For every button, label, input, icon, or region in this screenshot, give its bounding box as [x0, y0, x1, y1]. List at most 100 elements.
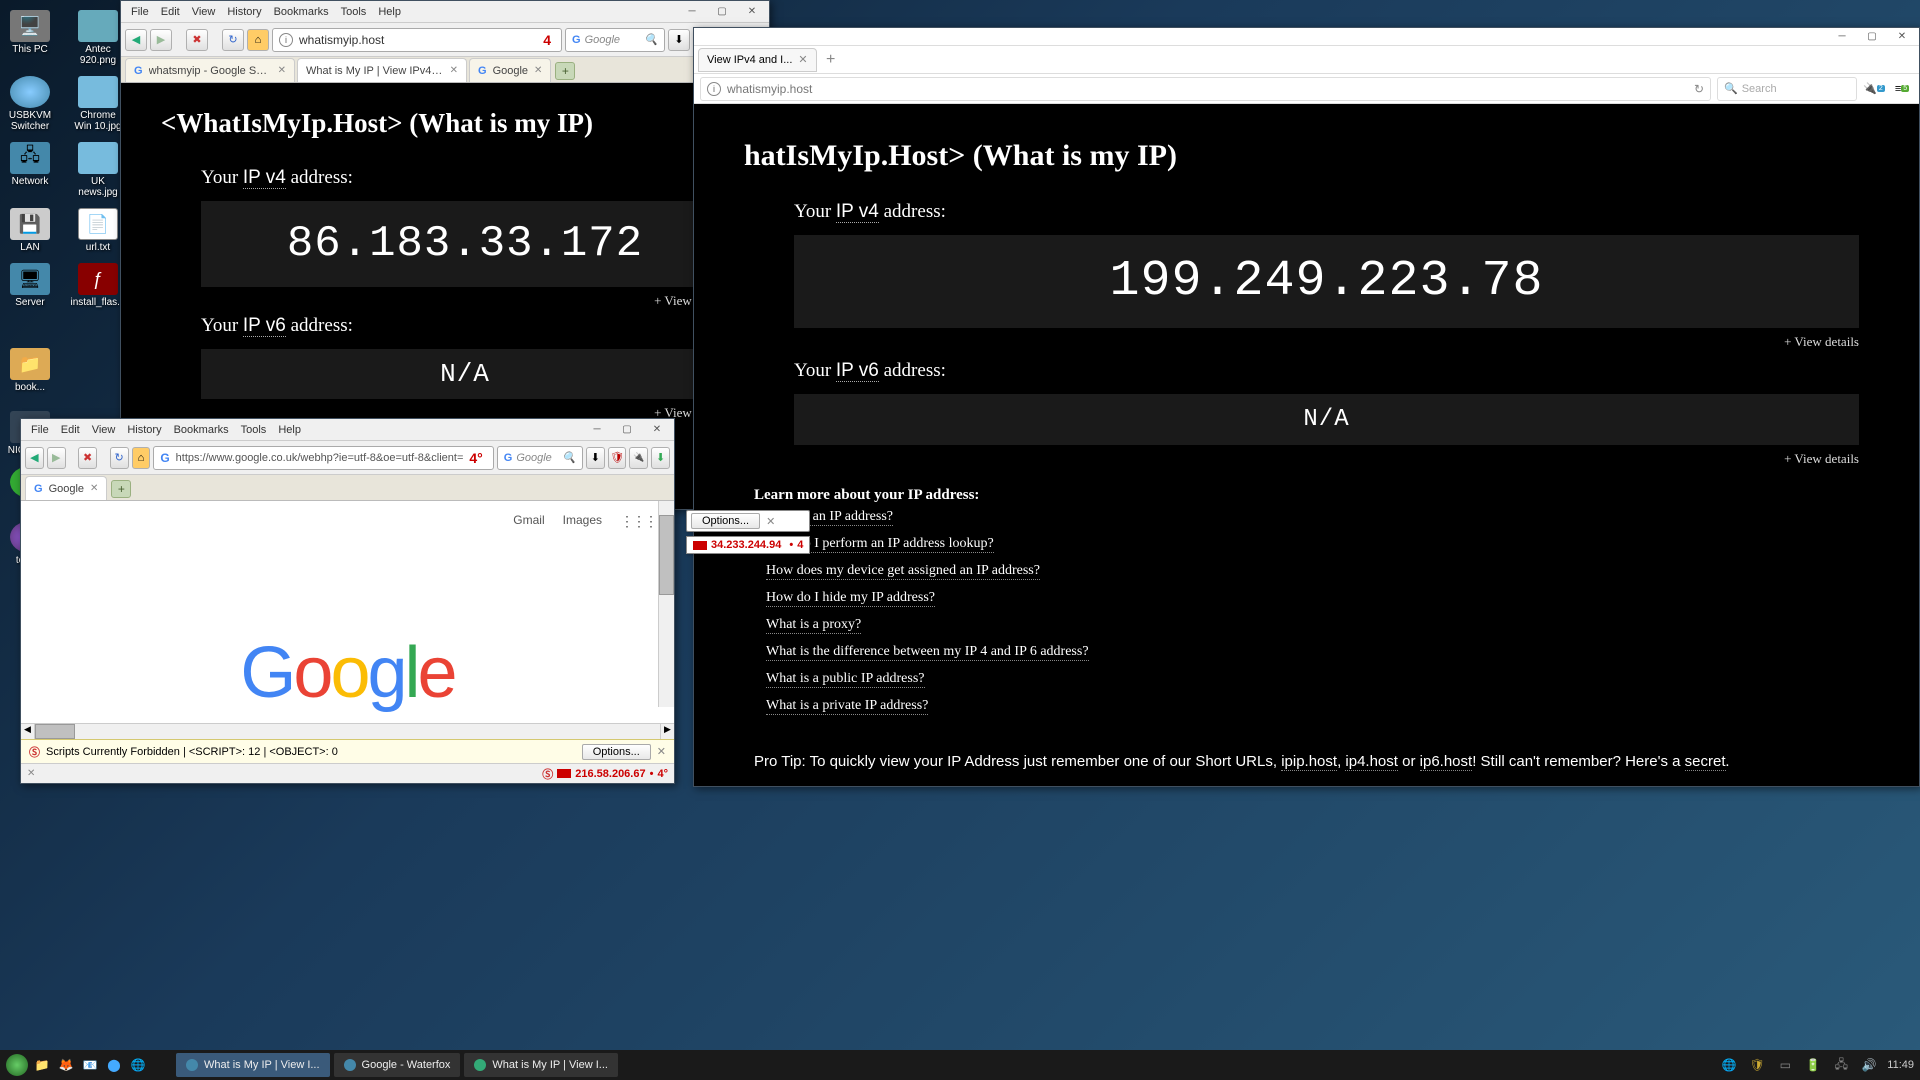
download-icon[interactable]: ⬇: [668, 29, 690, 51]
tray-network-icon[interactable]: 🖧: [1831, 1055, 1851, 1075]
tray-shield-icon[interactable]: 🛡: [1747, 1055, 1767, 1075]
tray-volume-icon[interactable]: 🔊: [1859, 1055, 1879, 1075]
new-tab-button[interactable]: +: [819, 51, 843, 69]
maximize-button[interactable]: ▢: [618, 423, 636, 437]
tab[interactable]: GGoogle✕: [469, 58, 551, 82]
menu-edit[interactable]: Edit: [161, 6, 180, 18]
view-details-link[interactable]: + View details: [794, 451, 1859, 467]
menu-tools[interactable]: Tools: [241, 424, 267, 436]
tab-close-icon[interactable]: ✕: [278, 65, 286, 76]
extension-icon[interactable]: 🔌: [629, 447, 648, 469]
tray-battery-icon[interactable]: 🔋: [1803, 1055, 1823, 1075]
search-icon[interactable]: 🔍: [562, 451, 576, 464]
search-input[interactable]: 🔍 Search: [1717, 77, 1857, 101]
menu-history[interactable]: History: [127, 424, 161, 436]
desktop-icon[interactable]: 📄url.txt: [73, 208, 123, 253]
taskbar-pin-icon[interactable]: 📧: [80, 1055, 100, 1075]
short-url-link[interactable]: ip6.host: [1420, 753, 1473, 771]
url-input[interactable]: i whatismyip.host 4: [272, 28, 562, 52]
url-input[interactable]: G https://www.google.co.uk/webhp?ie=utf-…: [153, 446, 493, 470]
taskbar-item[interactable]: What is My IP | View I...: [464, 1053, 618, 1077]
maximize-button[interactable]: ▢: [1863, 30, 1881, 44]
ip-indicator[interactable]: 34.233.244.94 • 4: [686, 536, 810, 554]
tab-close-icon[interactable]: ✕: [534, 65, 542, 76]
tab[interactable]: Gwhatsmyip - Google Search✕: [125, 58, 295, 82]
menu-file[interactable]: File: [31, 424, 49, 436]
desktop-icon[interactable]: Antec 920.png: [73, 10, 123, 66]
reload-icon[interactable]: ↻: [1694, 82, 1704, 96]
taskbar-pin-icon[interactable]: 📁: [32, 1055, 52, 1075]
tab-active[interactable]: GGoogle✕: [25, 476, 107, 500]
home-button[interactable]: ⌂: [132, 447, 151, 469]
learn-link[interactable]: What is a private IP address?: [766, 698, 928, 715]
secret-link[interactable]: secret: [1685, 753, 1726, 771]
taskbar-pin-icon[interactable]: 🌐: [128, 1055, 148, 1075]
menu-file[interactable]: File: [131, 6, 149, 18]
tray-icon[interactable]: ▭: [1775, 1055, 1795, 1075]
extension-icon[interactable]: 🔌2: [1863, 78, 1885, 100]
short-url-link[interactable]: ipip.host: [1281, 753, 1337, 771]
forward-button[interactable]: ▶: [47, 447, 66, 469]
clock[interactable]: 11:49: [1887, 1059, 1914, 1071]
desktop-icon-lan[interactable]: 💾LAN: [5, 208, 55, 253]
desktop-icon-network[interactable]: 🖧Network: [5, 142, 55, 198]
learn-link[interactable]: What is a public IP address?: [766, 671, 925, 688]
close-icon[interactable]: ✕: [657, 745, 666, 758]
new-tab-button[interactable]: +: [111, 480, 131, 498]
back-button[interactable]: ◀: [125, 29, 147, 51]
apps-icon[interactable]: ⋮⋮⋮: [620, 513, 656, 530]
ublock-icon[interactable]: 🛡: [608, 447, 627, 469]
search-input[interactable]: G Google 🔍: [565, 28, 665, 52]
desktop-icon[interactable]: Chrome Win 10.jpg: [73, 76, 123, 132]
menu-view[interactable]: View: [192, 6, 216, 18]
taskbar-item[interactable]: What is My IP | View I...: [176, 1053, 330, 1077]
menu-bookmarks[interactable]: Bookmarks: [174, 424, 229, 436]
tray-icon[interactable]: 🌐: [1719, 1055, 1739, 1075]
taskbar-item[interactable]: Google - Waterfox: [334, 1053, 461, 1077]
desktop-icon[interactable]: ƒinstall_flas...: [73, 263, 123, 308]
options-button[interactable]: Options...: [691, 513, 760, 529]
taskbar-pin-icon[interactable]: 🦊: [56, 1055, 76, 1075]
search-input[interactable]: G Google 🔍: [497, 446, 583, 470]
site-info-icon[interactable]: i: [707, 82, 721, 96]
menu-view[interactable]: View: [92, 424, 116, 436]
forward-button[interactable]: ▶: [150, 29, 172, 51]
desktop-icon-server[interactable]: 🖥Server: [5, 263, 55, 308]
status-ip-text[interactable]: 216.58.206.67: [575, 768, 645, 780]
url-input[interactable]: i whatismyip.host ↻: [700, 77, 1711, 101]
reload-button[interactable]: ↻: [110, 447, 129, 469]
tab-active[interactable]: What is My IP | View IPv4 and IPv6✕: [297, 58, 467, 82]
desktop-icon[interactable]: UK news.jpg: [73, 142, 123, 198]
short-url-link[interactable]: ip4.host: [1345, 753, 1398, 771]
search-icon[interactable]: 🔍: [644, 33, 658, 46]
stop-button[interactable]: ✖: [78, 447, 97, 469]
learn-link[interactable]: What is a proxy?: [766, 617, 861, 634]
minimize-button[interactable]: ─: [1833, 30, 1851, 44]
view-details-link[interactable]: + View details: [794, 334, 1859, 350]
horizontal-scrollbar[interactable]: ◀ ▶: [21, 723, 674, 739]
menu-help[interactable]: Help: [378, 6, 401, 18]
close-button[interactable]: ✕: [648, 423, 666, 437]
menu-icon[interactable]: ≡5: [1891, 78, 1913, 100]
learn-link[interactable]: How do I hide my IP address?: [766, 590, 935, 607]
minimize-button[interactable]: ─: [588, 423, 606, 437]
home-button[interactable]: ⌂: [247, 29, 269, 51]
images-link[interactable]: Images: [563, 513, 602, 530]
desktop-icon[interactable]: 📁book...: [5, 348, 55, 393]
menu-help[interactable]: Help: [278, 424, 301, 436]
desktop-icon-this-pc[interactable]: 🖥️This PC: [5, 10, 55, 66]
new-tab-button[interactable]: +: [555, 62, 575, 80]
download-icon[interactable]: ⬇: [586, 447, 605, 469]
site-info-icon[interactable]: i: [279, 33, 293, 47]
menu-tools[interactable]: Tools: [341, 6, 367, 18]
stop-button[interactable]: ✖: [186, 29, 208, 51]
extension-icon[interactable]: ⬇: [651, 447, 670, 469]
tab-close-icon[interactable]: ✕: [450, 65, 458, 76]
desktop-icon[interactable]: USBKVM Switcher: [5, 76, 55, 132]
close-button[interactable]: ✕: [743, 5, 761, 19]
start-button[interactable]: [6, 1054, 28, 1076]
learn-link[interactable]: What is the difference between my IP 4 a…: [766, 644, 1089, 661]
menu-edit[interactable]: Edit: [61, 424, 80, 436]
maximize-button[interactable]: ▢: [713, 5, 731, 19]
menu-history[interactable]: History: [227, 6, 261, 18]
